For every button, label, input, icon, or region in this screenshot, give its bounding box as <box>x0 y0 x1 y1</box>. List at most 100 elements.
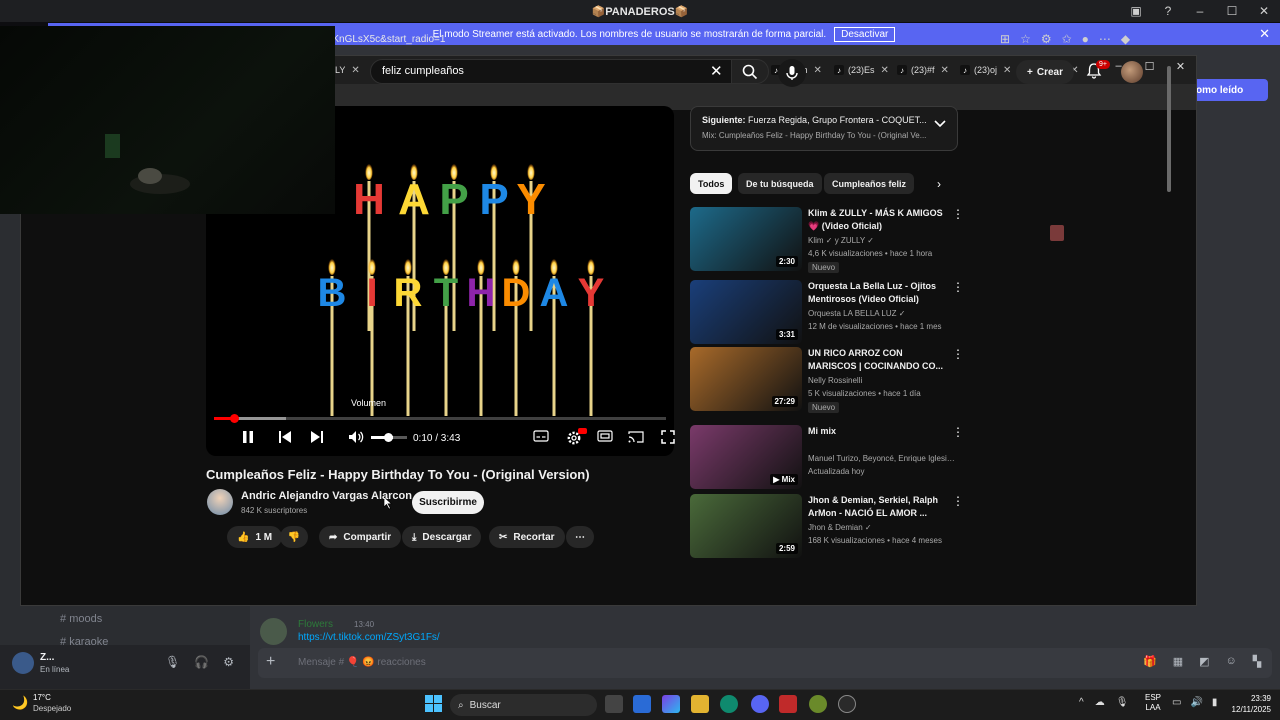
taskbar-search[interactable]: ⌕ Buscar <box>450 694 597 716</box>
channel-name[interactable]: Andric Alejandro Vargas Alarcon <box>241 490 412 502</box>
gear-icon[interactable]: ⚙ <box>223 655 234 669</box>
more-icon[interactable]: ⋮ <box>952 207 964 221</box>
extension-icon[interactable]: ⚙ <box>1041 32 1052 46</box>
previous-button[interactable] <box>278 430 292 444</box>
video-channel[interactable]: Klim ✓ y ZULLY ✓ <box>808 236 958 245</box>
close-tab-icon[interactable]: ✕ <box>1003 65 1011 76</box>
video-channel[interactable]: Orquesta LA BELLA LUZ ✓ <box>808 309 958 318</box>
cast-button[interactable] <box>628 430 644 443</box>
avatar[interactable] <box>12 652 34 674</box>
clock[interactable]: 23:39 12/11/2025 <box>1229 693 1271 715</box>
search-button[interactable] <box>731 59 769 84</box>
more-icon[interactable]: ⋮ <box>952 494 964 508</box>
video-thumbnail[interactable]: 3:31 <box>690 280 802 344</box>
next-button[interactable] <box>310 430 324 444</box>
chip-from-search[interactable]: De tu búsqueda <box>738 173 822 194</box>
avatar[interactable] <box>1121 61 1143 83</box>
edge-icon[interactable] <box>720 695 738 713</box>
volume-handle[interactable] <box>384 433 393 442</box>
more-icon[interactable]: ⋯ <box>1099 32 1111 46</box>
copilot-icon[interactable] <box>662 695 680 713</box>
clip-button[interactable]: ✂ Recortar <box>489 526 565 548</box>
fullscreen-button[interactable] <box>661 430 675 444</box>
quick-settings[interactable]: ▭ 🔊 ▮ <box>1172 697 1217 708</box>
create-button[interactable]: + Crear <box>1016 60 1074 84</box>
sticker-icon[interactable]: ◩ <box>1199 655 1209 668</box>
channel-avatar[interactable] <box>207 489 233 515</box>
pause-button[interactable] <box>242 430 254 444</box>
recommendation-item[interactable]: 3:31 Orquesta La Bella Luz - Ojitos Menti… <box>690 280 964 344</box>
chip-all[interactable]: Todos <box>690 173 733 194</box>
close-tab-icon[interactable]: ✕ <box>881 65 889 76</box>
recommendation-item[interactable]: 2:59 Jhon & Demian, Serkiel, Ralph ArMon … <box>690 494 964 558</box>
mic-icon[interactable]: 🎙 <box>165 655 180 669</box>
miniplayer-button[interactable] <box>597 430 613 442</box>
close-icon[interactable]: ✕ <box>1248 4 1280 18</box>
app-icon[interactable] <box>779 695 797 713</box>
desktop-icon[interactable] <box>1050 225 1064 241</box>
apps-icon[interactable]: ⊞ <box>1000 32 1010 46</box>
task-view-icon[interactable] <box>605 695 623 713</box>
chevron-down-icon[interactable] <box>934 120 946 128</box>
video-thumbnail[interactable]: 27:29 <box>690 347 802 411</box>
inbox-icon[interactable]: ▣ <box>1120 4 1152 18</box>
maximize-icon[interactable]: ☐ <box>1216 4 1248 18</box>
close-tab-icon[interactable]: ✕ <box>814 65 822 76</box>
emoji-icon[interactable]: ☺ <box>1226 655 1237 668</box>
video-channel[interactable]: Nelly Rossinelli <box>808 376 958 385</box>
video-thumbnail[interactable]: 2:30 <box>690 207 802 271</box>
star-icon[interactable]: ☆ <box>1020 32 1031 46</box>
gif-icon[interactable]: ▦ <box>1173 655 1183 668</box>
avatar[interactable] <box>260 618 287 645</box>
scrollbar-thumb[interactable] <box>1167 66 1171 192</box>
favorites-icon[interactable]: ✩ <box>1062 32 1072 46</box>
mic-icon[interactable]: 🎙 <box>1116 697 1129 708</box>
plus-icon[interactable]: + <box>266 653 275 671</box>
volume-button[interactable] <box>348 430 366 444</box>
recommendation-item[interactable]: 27:29 UN RICO ARROZ CON MARISCOS | COCINA… <box>690 347 964 413</box>
close-icon[interactable]: ✕ <box>1259 26 1270 42</box>
start-button[interactable] <box>425 695 442 712</box>
dislike-button[interactable]: 👎 <box>280 526 308 548</box>
weather-temp[interactable]: 17°C <box>33 693 51 702</box>
app-icon[interactable] <box>838 695 856 713</box>
browser-tab[interactable]: ♪ (23)oj ✕ <box>960 59 1011 81</box>
more-actions-button[interactable]: ⋯ <box>566 526 594 548</box>
message-link[interactable]: https://vt.tiktok.com/ZSyt3G1Fs/ <box>298 632 440 643</box>
close-tab-icon[interactable]: ✕ <box>351 65 359 76</box>
language-indicator[interactable]: ESP LAA <box>1145 693 1161 713</box>
disable-streamer-button[interactable]: Desactivar <box>834 26 896 42</box>
recommendation-item[interactable]: ▶ Mix Mi mix Manuel Turizo, Beyoncé, Enriq… <box>690 425 964 489</box>
chevron-right-icon[interactable]: › <box>937 177 941 191</box>
close-tab-icon[interactable]: ✕ <box>941 65 949 76</box>
voice-search-button[interactable] <box>778 59 806 87</box>
copilot-icon[interactable]: ◆ <box>1121 32 1130 46</box>
video-channel[interactable]: Jhon & Demian ✓ <box>808 523 958 532</box>
progress-scrubber[interactable] <box>230 414 239 423</box>
gift-icon[interactable]: 🎁 <box>1143 655 1157 668</box>
minimize-icon[interactable]: – <box>1184 4 1216 18</box>
video-title[interactable]: Klim & ZULLY - MÁS K AMIGOS 💗 (Video Ofi… <box>808 207 948 233</box>
video-title[interactable]: Orquesta La Bella Luz - Ojitos Mentiroso… <box>808 280 948 306</box>
weather-desc[interactable]: Despejado <box>33 704 71 713</box>
browser-tab[interactable]: ♪ (23)Es ✕ <box>834 59 889 81</box>
onedrive-icon[interactable]: ☁ <box>1095 697 1105 708</box>
video-title[interactable]: Mi mix <box>808 425 948 438</box>
video-channel[interactable]: Manuel Turizo, Beyoncé, Enrique Iglesias… <box>808 454 958 463</box>
headphones-icon[interactable]: 🎧 <box>194 655 209 669</box>
video-thumbnail[interactable]: ▶ Mix <box>690 425 802 489</box>
more-icon[interactable]: ⋮ <box>952 425 964 439</box>
clear-icon[interactable]: ✕ <box>710 62 723 80</box>
discord-icon[interactable] <box>751 695 769 713</box>
like-button[interactable]: 👍 1 M <box>227 526 283 548</box>
subscribe-button[interactable]: Suscribirme <box>412 491 484 514</box>
channel-moods[interactable]: # moods <box>60 613 102 625</box>
help-icon[interactable]: ? <box>1152 4 1184 18</box>
download-button[interactable]: ⤓ Descargar <box>402 526 482 548</box>
recommendation-item[interactable]: 2:30 Klim & ZULLY - MÁS K AMIGOS 💗 (Video… <box>690 207 964 273</box>
share-button[interactable]: ➦ Compartir <box>319 526 402 548</box>
chevron-up-icon[interactable]: ^ <box>1079 697 1084 708</box>
subtitles-button[interactable] <box>533 430 549 442</box>
message-author[interactable]: Flowers <box>298 619 333 630</box>
file-explorer-icon[interactable] <box>691 695 709 713</box>
